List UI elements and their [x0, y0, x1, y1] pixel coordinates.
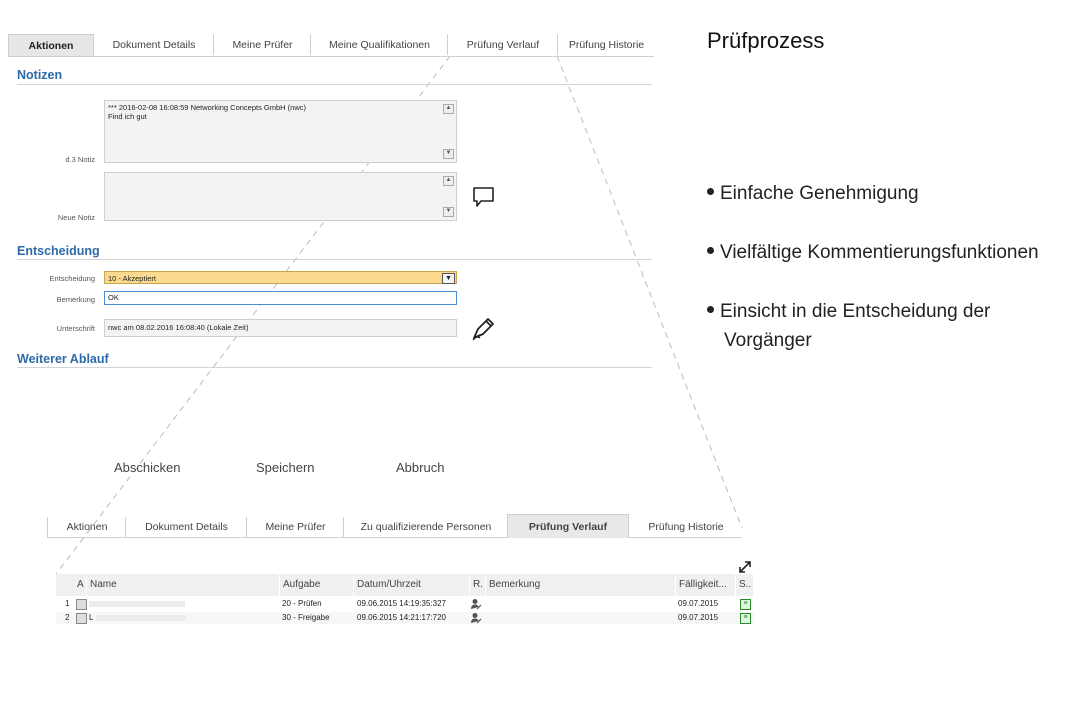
bullet-text: Einsicht in die Entscheidung der Vorgäng…: [720, 301, 991, 351]
col-header-r[interactable]: R.: [470, 574, 486, 596]
bullet-text: Vielfältige Kommentierungsfunktionen: [720, 242, 1039, 263]
expand-icon[interactable]: [738, 560, 752, 574]
col-header-aufgabe[interactable]: Aufgabe: [280, 574, 354, 596]
new-note-label: Neue Notiz: [57, 213, 95, 222]
name-redacted: [96, 615, 186, 621]
row-checkbox[interactable]: [76, 613, 87, 624]
submit-button[interactable]: Abschicken: [114, 460, 180, 475]
signature-label: Unterschrift: [56, 324, 95, 333]
section-divider: [17, 367, 652, 368]
decision-label: Entscheidung: [49, 274, 95, 283]
cancel-button[interactable]: Abbruch: [396, 460, 444, 475]
row-datetime: 09.06.2015 14:21:17:720: [357, 613, 446, 622]
d3-note-label: d.3 Notiz: [65, 155, 95, 164]
bullet-item: Einfache Genehmigung: [707, 179, 1091, 208]
col-header-faelligkeit[interactable]: Fälligkeit...: [676, 574, 736, 596]
person-edit-icon[interactable]: [470, 612, 482, 624]
decision-select[interactable]: 10 - Akzeptiert ▼: [104, 271, 457, 284]
signature-pen-icon[interactable]: [470, 316, 496, 342]
tab-pruefung-verlauf[interactable]: Prüfung Verlauf: [507, 514, 629, 538]
d3-note-textarea[interactable]: *** 2016-02-08 16:08:59 Networking Conce…: [104, 100, 457, 163]
comment-icon[interactable]: [472, 186, 496, 208]
remark-input-value: OK: [108, 293, 119, 302]
bullet-item: Vielfältige Kommentierungsfunktionen: [707, 238, 1091, 267]
tab-aktionen[interactable]: Aktionen: [47, 517, 126, 537]
new-note-textarea[interactable]: ▲ ▼: [104, 172, 457, 221]
col-header-name[interactable]: Name: [87, 574, 280, 596]
row-checkbox[interactable]: [76, 599, 87, 610]
person-edit-icon[interactable]: [470, 598, 482, 610]
decision-select-value: 10 - Akzeptiert: [108, 274, 156, 283]
remark-input[interactable]: OK: [104, 291, 457, 305]
signature-value: nwc am 08.02.2016 16:08:40 (Lokale Zeit): [108, 323, 249, 332]
row-name-prefix: L: [89, 613, 94, 622]
tab-aktionen[interactable]: Aktionen: [8, 34, 94, 56]
tab-pruefung-verlauf[interactable]: Prüfung Verlauf: [447, 34, 558, 55]
bullet-dot: [707, 188, 714, 196]
row-datetime: 09.06.2015 14:19:35:327: [357, 599, 446, 608]
section-entscheidung: Entscheidung: [17, 244, 100, 258]
table-row[interactable]: 2 L 30 - Freigabe 09.06.2015 14:21:17:72…: [56, 612, 754, 624]
top-tab-bar: Aktionen Dokument Details Meine Prüfer M…: [8, 34, 655, 57]
row-due: 09.07.2015: [678, 613, 719, 622]
page-title: Prüfprozess: [707, 28, 825, 53]
status-ok-icon[interactable]: ≡: [740, 613, 751, 624]
status-ok-icon[interactable]: ≡: [740, 599, 751, 610]
d3-note-line-2: Find ich gut: [108, 112, 147, 121]
col-header-bemerkung[interactable]: Bemerkung: [486, 574, 676, 596]
section-divider: [17, 84, 652, 85]
table-row[interactable]: 1 20 - Prüfen 09.06.2015 14:19:35:327 09…: [56, 598, 754, 610]
bullet-item: Einsicht in die Entscheidung der Vorgäng…: [707, 297, 1064, 355]
scroll-up-icon[interactable]: ▲: [443, 176, 454, 186]
row-number: 1: [65, 599, 70, 608]
section-weiterer-ablauf: Weiterer Ablauf: [17, 352, 109, 366]
name-redacted: [89, 601, 185, 607]
tab-meine-qualifikationen[interactable]: Meine Qualifikationen: [310, 34, 448, 55]
section-notizen: Notizen: [17, 68, 63, 82]
row-due: 09.07.2015: [678, 599, 719, 608]
scroll-up-icon[interactable]: ▲: [443, 104, 454, 114]
tab-meine-pruefer[interactable]: Meine Prüfer: [246, 517, 344, 537]
tab-dokument-details[interactable]: Dokument Details: [125, 517, 247, 537]
bullet-dot: [707, 306, 714, 314]
bullet-dot: [707, 247, 714, 255]
col-header-datum[interactable]: Datum/Uhrzeit: [354, 574, 470, 596]
col-header-a[interactable]: A: [56, 574, 87, 596]
bullet-text: Einfache Genehmigung: [720, 183, 919, 204]
save-button[interactable]: Speichern: [256, 460, 315, 475]
tab-pruefung-historie[interactable]: Prüfung Historie: [557, 34, 655, 55]
tab-dokument-details[interactable]: Dokument Details: [93, 34, 214, 55]
remark-label: Bemerkung: [56, 295, 95, 304]
tab-meine-pruefer[interactable]: Meine Prüfer: [213, 34, 311, 55]
row-task: 20 - Prüfen: [282, 599, 322, 608]
tab-zu-qualifizierende-personen[interactable]: Zu qualifizierende Personen: [343, 517, 508, 537]
chevron-down-icon[interactable]: ▼: [442, 273, 455, 284]
col-header-s[interactable]: S..: [736, 574, 754, 596]
d3-note-line-1: *** 2016-02-08 16:08:59 Networking Conce…: [108, 103, 307, 112]
row-number: 2: [65, 613, 70, 622]
signature-field: nwc am 08.02.2016 16:08:40 (Lokale Zeit): [104, 319, 457, 337]
bottom-tab-bar: Aktionen Dokument Details Meine Prüfer Z…: [47, 514, 742, 538]
row-task: 30 - Freigabe: [282, 613, 330, 622]
tab-pruefung-historie[interactable]: Prüfung Historie: [628, 517, 743, 537]
section-divider: [17, 259, 652, 260]
scroll-down-icon[interactable]: ▼: [443, 207, 454, 217]
scroll-down-icon[interactable]: ▼: [443, 149, 454, 159]
